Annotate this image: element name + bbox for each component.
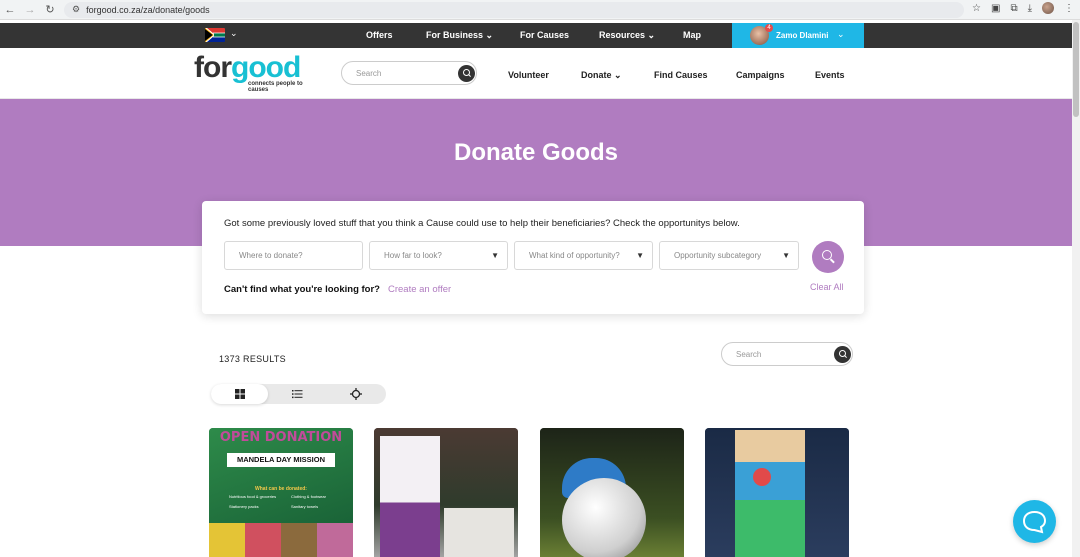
kind-placeholder: What kind of opportunity? [529, 251, 620, 260]
opportunity-card[interactable]: OPEN DONATION MANDELA DAY MISSION What c… [209, 428, 353, 557]
distance-select[interactable]: How far to look? ▼ [369, 241, 508, 270]
user-menu[interactable]: 4 Zamo Dlamini ⌄ [732, 23, 864, 48]
distance-placeholder: How far to look? [384, 251, 442, 260]
scrollbar-thumb[interactable] [1073, 22, 1079, 117]
address-bar[interactable]: ⚙ forgood.co.za/za/donate/goods [64, 1, 964, 18]
menu-icon[interactable]: ⋮ [1064, 3, 1074, 14]
subcategory-placeholder: Opportunity subcategory [674, 251, 762, 260]
soccer-ball-image [562, 478, 646, 557]
card-item: Sanitary towels [291, 504, 319, 509]
search-button[interactable] [812, 241, 844, 273]
card-item: Stationery packs [229, 504, 259, 509]
profile-avatar[interactable] [1042, 2, 1054, 14]
nav-campaigns[interactable]: Campaigns [736, 70, 785, 80]
toplink-for-business[interactable]: For Business ⌄ [426, 30, 493, 41]
banner-stand-image [380, 436, 440, 557]
subcategory-select[interactable]: Opportunity subcategory ▼ [659, 241, 799, 270]
toplink-for-causes[interactable]: For Causes [520, 30, 569, 40]
caret-down-icon: ▼ [491, 251, 499, 260]
nav-find-causes[interactable]: Find Causes [654, 70, 708, 80]
chevron-down-icon[interactable]: ⌄ [230, 28, 238, 39]
opportunity-card[interactable] [374, 428, 518, 557]
toplink-label: For Business [426, 30, 484, 40]
url-text: forgood.co.za/za/donate/goods [86, 4, 210, 15]
south-africa-flag-icon[interactable] [205, 28, 225, 42]
back-icon[interactable]: ← [0, 4, 20, 16]
chat-button[interactable] [1013, 500, 1056, 543]
filter-card: Got some previously loved stuff that you… [202, 201, 864, 314]
chevron-down-icon: ⌄ [837, 29, 845, 39]
nav-events[interactable]: Events [815, 70, 845, 80]
toy-block-image [735, 500, 805, 557]
toplink-resources[interactable]: Resources ⌄ [599, 30, 655, 41]
opportunity-card[interactable] [705, 428, 849, 557]
chevron-down-icon: ⌄ [485, 30, 494, 40]
where-input[interactable]: Where to donate? [224, 241, 363, 270]
site-settings-icon[interactable]: ⚙ [72, 4, 80, 15]
toplink-map[interactable]: Map [683, 30, 701, 40]
water-bottles-image [444, 508, 514, 557]
chat-icon [1022, 510, 1047, 534]
view-toggle [211, 384, 386, 404]
toy-block-image [735, 430, 805, 462]
nav-donate[interactable]: Donate ⌄ [581, 70, 622, 81]
create-offer-link[interactable]: Create an offer [388, 284, 451, 295]
search-icon[interactable] [458, 65, 475, 82]
card-sub: What can be donated: [255, 486, 307, 492]
clear-all-link[interactable]: Clear All [810, 282, 844, 292]
browser-toolbar: ← → ↻ ⚙ forgood.co.za/za/donate/goods ☆ … [0, 0, 1080, 20]
bookmark-star-icon[interactable]: ☆ [972, 3, 981, 14]
donation-items-image [209, 523, 353, 557]
caret-down-icon: ▼ [782, 251, 790, 260]
chevron-down-icon: ⌄ [647, 30, 656, 40]
main-nav: forgood connects people to causes Search… [0, 48, 1072, 99]
logo-good: good [231, 51, 301, 84]
filter-intro: Got some previously loved stuff that you… [224, 218, 740, 229]
logo-tagline: connects people to causes [248, 81, 303, 93]
card-headline: OPEN DONATION [219, 430, 343, 445]
extension-icon[interactable]: ▣ [991, 3, 1000, 14]
results-search-input[interactable]: Search [721, 342, 853, 366]
user-name: Zamo Dlamini [776, 31, 829, 40]
map-view-tab[interactable] [328, 384, 386, 404]
logo-for: for [194, 51, 232, 84]
notification-badge: 4 [765, 24, 773, 32]
card-item: Clothing & footwear [291, 494, 326, 499]
toplink-offers[interactable]: Offers [366, 30, 393, 40]
card-banner: MANDELA DAY MISSION [227, 453, 335, 467]
list-view-tab[interactable] [269, 384, 327, 404]
cant-find-text: Can't find what you're looking for? [224, 284, 380, 295]
opportunity-card[interactable] [540, 428, 684, 557]
list-icon [292, 390, 303, 399]
puzzle-icon[interactable]: ⧉ [1010, 3, 1017, 14]
crosshair-icon [350, 388, 362, 400]
forward-icon[interactable]: → [20, 4, 40, 16]
search-placeholder: Search [736, 350, 762, 359]
search-placeholder: Search [356, 69, 382, 78]
nav-label: Donate [581, 70, 612, 80]
page-scrollbar[interactable] [1072, 20, 1080, 557]
chevron-down-icon: ⌄ [614, 70, 622, 80]
download-icon[interactable]: ⤓ [1028, 3, 1032, 14]
search-icon[interactable] [834, 346, 851, 363]
caret-down-icon: ▼ [636, 251, 644, 260]
forgood-logo[interactable]: forgood connects people to causes [194, 51, 304, 94]
top-bar: ⌄ Offers For Business ⌄ For Causes Resou… [0, 23, 1072, 48]
results-count: 1373 RESULTS [219, 354, 286, 364]
nav-search-input[interactable]: Search [341, 61, 477, 85]
grid-view-tab[interactable] [211, 384, 268, 404]
toplink-label: Resources [599, 30, 646, 40]
card-item: Nutritious food & groceries [229, 494, 277, 499]
where-placeholder: Where to donate? [239, 251, 303, 260]
page-title: Donate Goods [453, 139, 618, 166]
umbrella-image [753, 468, 771, 486]
kind-select[interactable]: What kind of opportunity? ▼ [514, 241, 653, 270]
reload-icon[interactable]: ↻ [40, 3, 60, 16]
grid-icon [235, 389, 245, 399]
nav-volunteer[interactable]: Volunteer [508, 70, 549, 80]
